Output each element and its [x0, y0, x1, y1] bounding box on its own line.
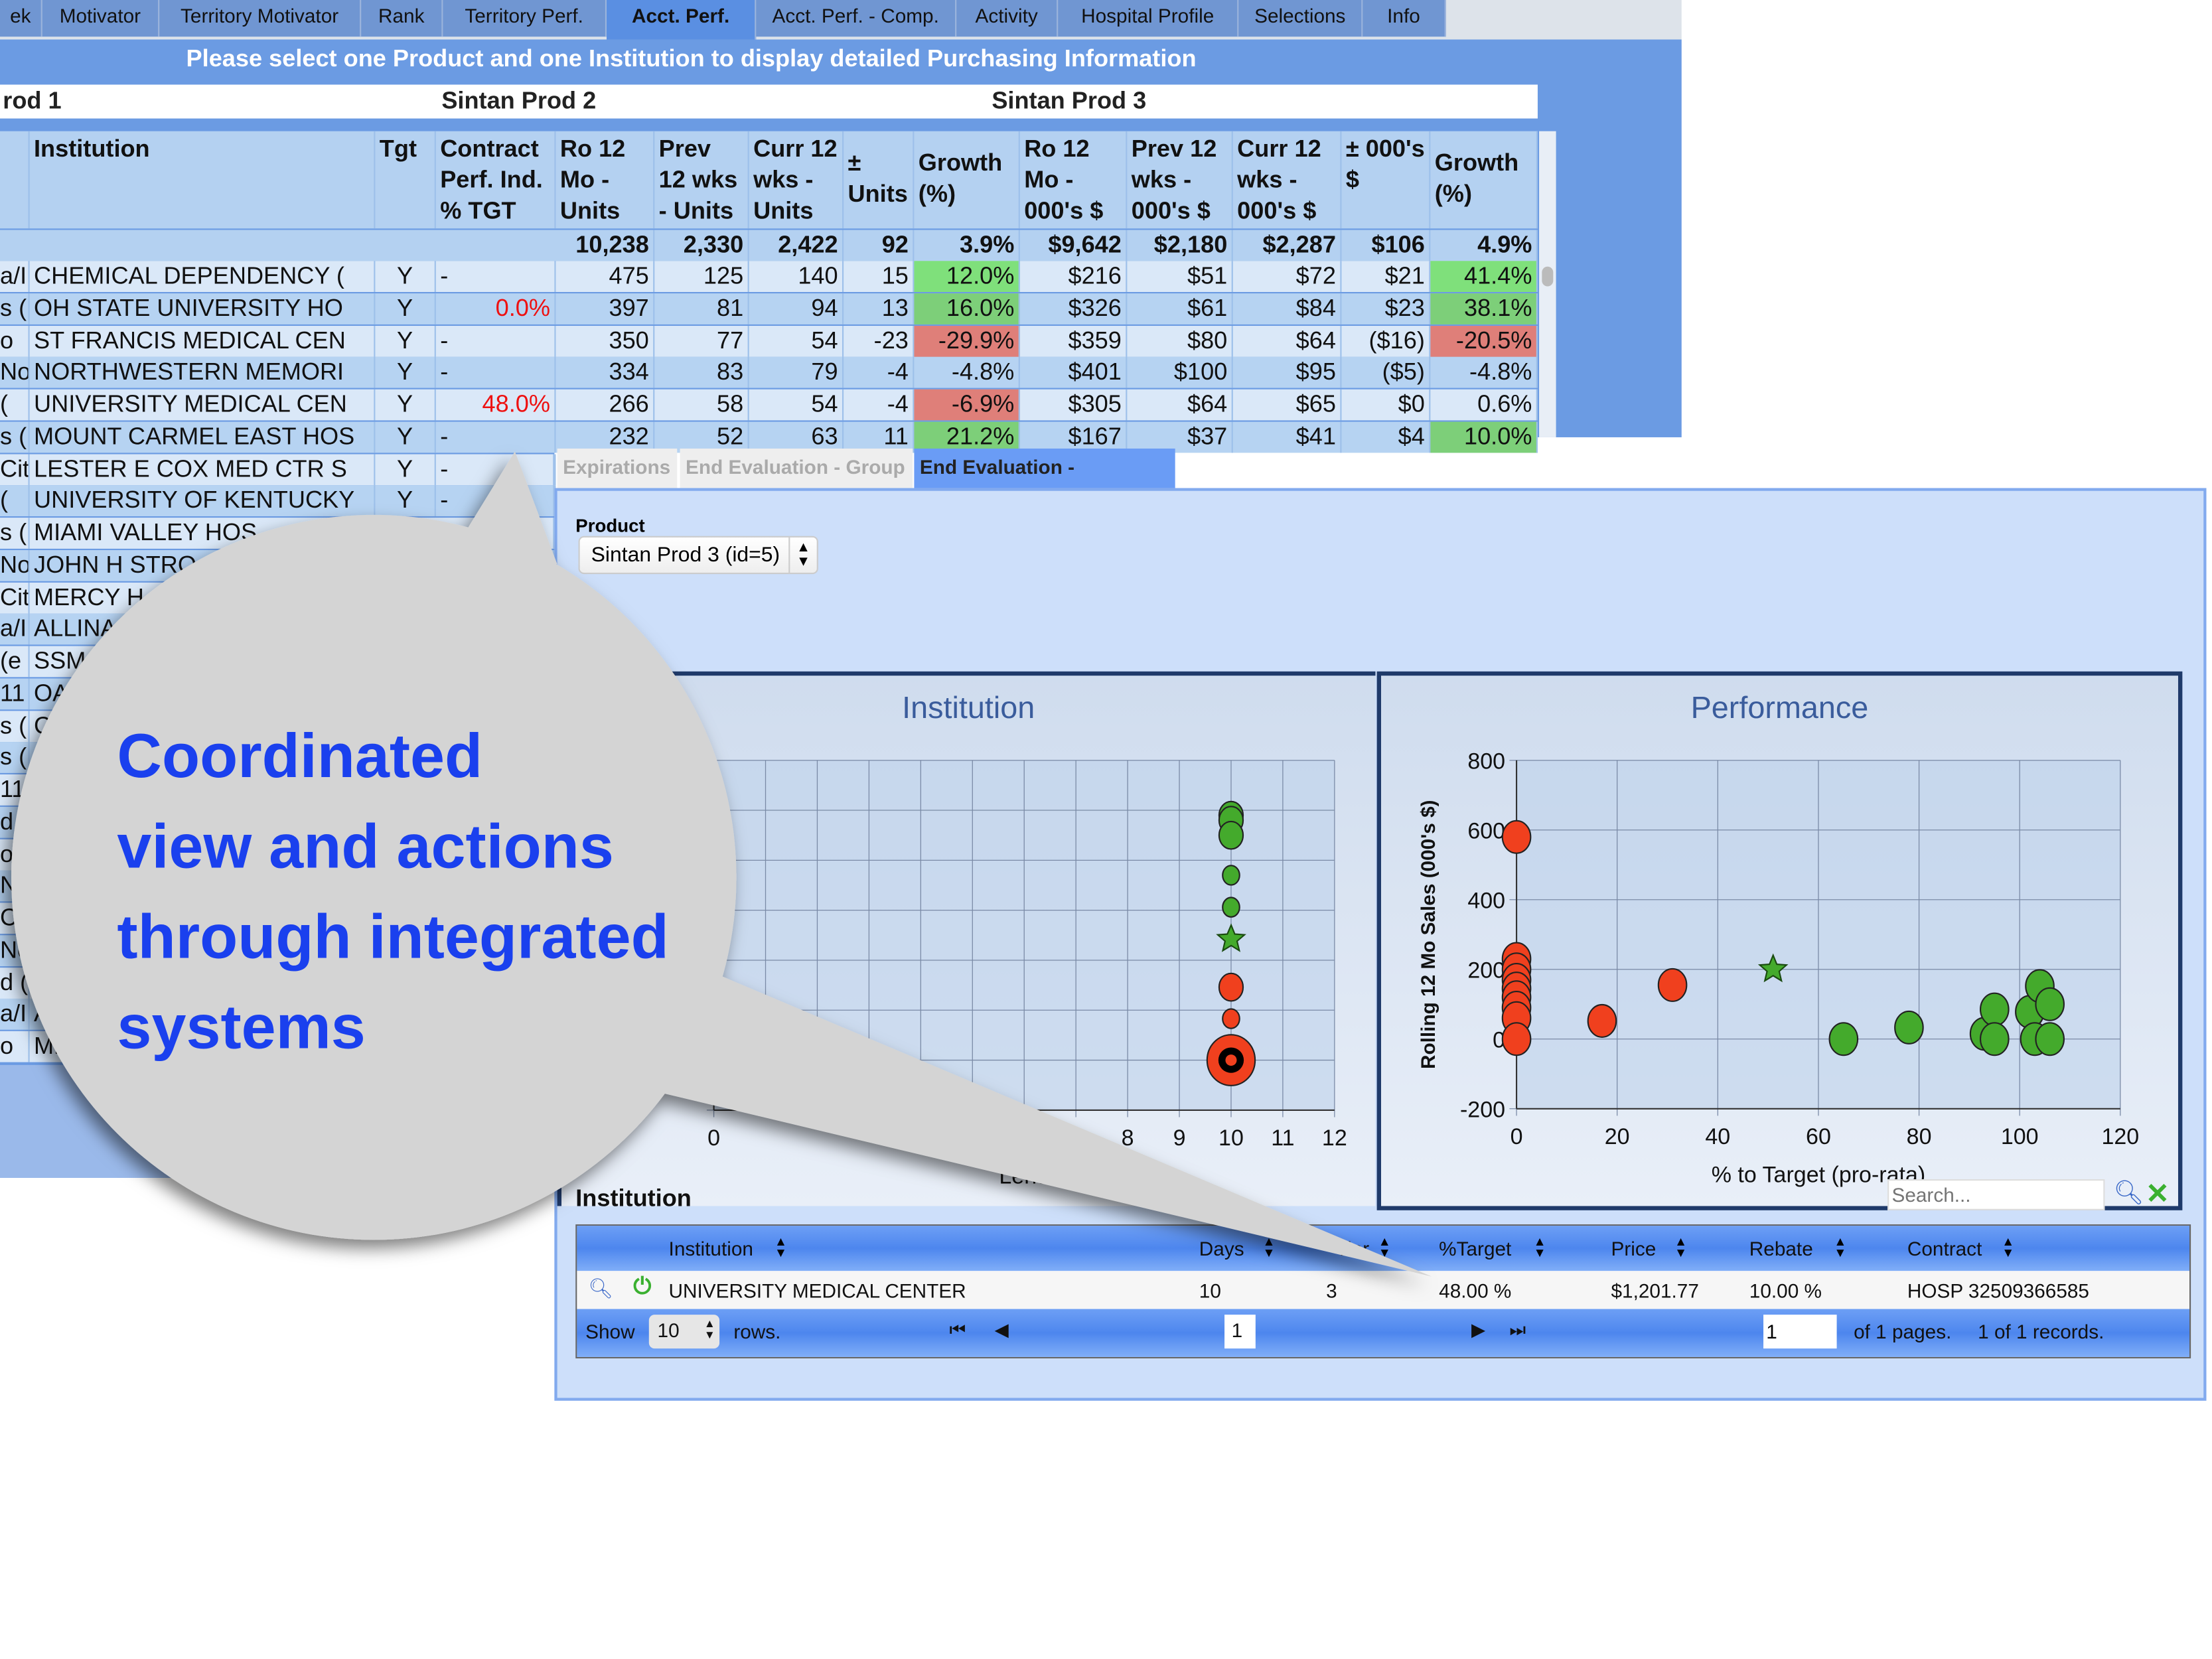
callout-line: systems [117, 993, 366, 1062]
callout-line: Coordinated [117, 722, 483, 792]
callout-text: Coordinated view and actions through int… [117, 712, 668, 1073]
callout-line: through integrated [117, 902, 669, 972]
callout-pointer [454, 451, 557, 565]
callout-line: view and actions [117, 812, 614, 882]
callout-pointer [663, 966, 1432, 1277]
screen: ek Motivator Territory Motivator Rank Territ… [0, 0, 2212, 1659]
